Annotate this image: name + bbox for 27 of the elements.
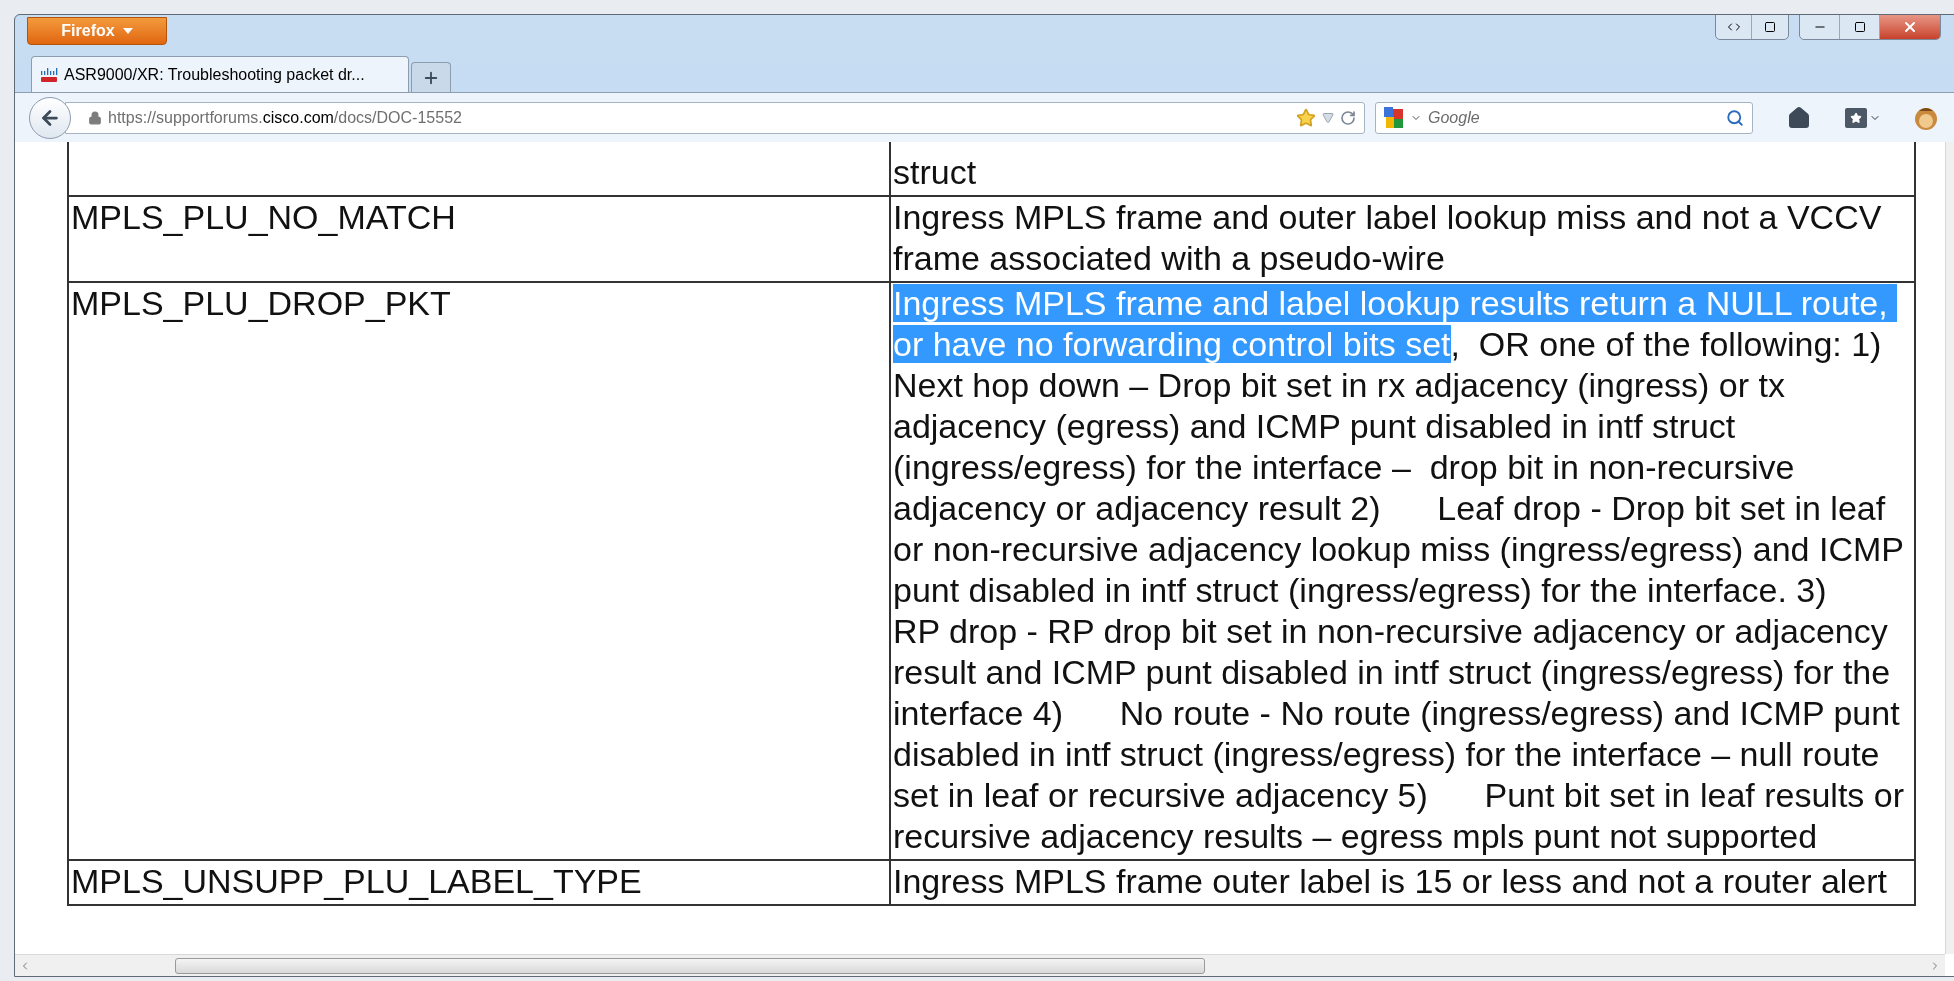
lock-icon: [88, 110, 102, 125]
new-tab-button[interactable]: [411, 62, 451, 92]
bookmarks-button[interactable]: [1845, 107, 1881, 128]
maximize-icon: [1853, 21, 1866, 33]
close-icon: [1902, 19, 1918, 35]
description-text: struct: [893, 152, 978, 193]
reload-icon: [1340, 109, 1356, 126]
description-text: Ingress MPLS frame and label lookup results return a NULL route, or have no forwarding control bits set, OR one of the following: 1) Next hop down – Drop bit set in rx adjacency (ingress) or tx adjacency (egress) and ICMP punt disabled in intf struct (ingress/egress) for the interface – drop bit in non-recursive adjacency or adjacency result 2) Leaf drop - Drop bit set in leaf or non-recursive adjacency lookup miss (ingress/egress) and ICMP punt disabled in intf struct (ingress/egress) for the interface. 3) RP drop - RP drop bit set in non-recursive adjacency or adjacency result and ICMP punt disabled in intf struct (ingress/egress) for the interface 4) No route - No route (ingress/egress) and ICMP punt disabled in intf struct (ingress/egress) for the interface – null route set in leaf or recursive adjacency 5) Punt bit set in leaf results or recursive adjacency results – egress mpls punt not supported: [893, 283, 1906, 857]
home-icon[interactable]: [1787, 105, 1811, 130]
close-button[interactable]: [1880, 15, 1940, 39]
star-icon: [1296, 107, 1316, 128]
description-text: Ingress MPLS frame and outer label lookup miss and not a VCCV frame associated with a pseudo-wire: [893, 197, 1883, 279]
browser-tab[interactable]: ASR9000/XR: Troubleshooting packet dr...: [31, 56, 409, 92]
error-code: MPLS_PLU_NO_MATCH: [71, 198, 456, 236]
dropdown-icon: [1322, 111, 1334, 124]
search-field[interactable]: Google: [1428, 105, 1708, 130]
back-button[interactable]: [29, 96, 71, 139]
search-icon: [1726, 108, 1744, 127]
star-icon: [1850, 111, 1862, 124]
error-code: MPLS_UNSUPP_PLU_LABEL_TYPE: [71, 862, 642, 900]
description-text: Ingress MPLS frame outer label is 15 or less and not a router alert: [893, 861, 1889, 902]
logo-icon: [40, 66, 58, 83]
error-code: MPLS_PLU_DROP_PKT: [71, 284, 451, 322]
search-box[interactable]: Google: [1375, 101, 1753, 134]
address-field[interactable]: https://supportforums.cisco.com/docs/DOC-15552: [65, 101, 1365, 134]
search-engine-icon: [1384, 106, 1404, 129]
url-text: https://supportforums.cisco.com/docs/DOC-15552: [108, 107, 462, 128]
